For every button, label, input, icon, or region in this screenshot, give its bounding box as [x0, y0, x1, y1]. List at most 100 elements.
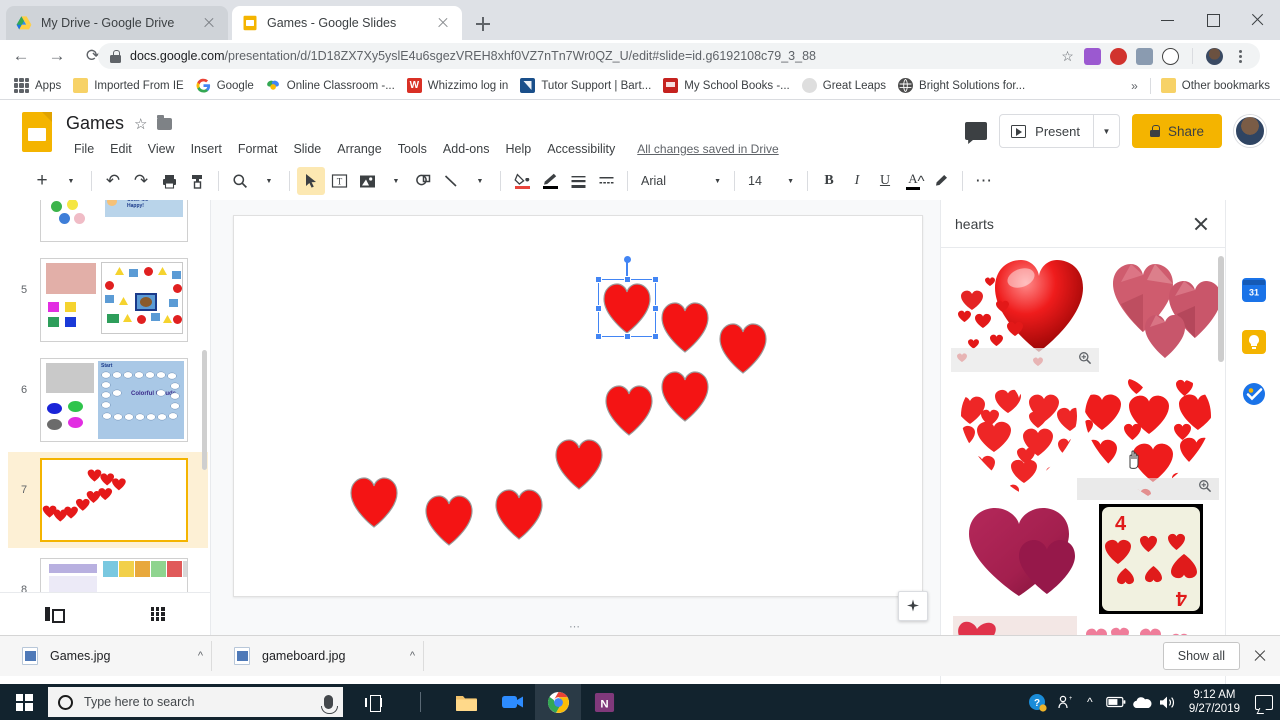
- share-button[interactable]: Share: [1131, 114, 1222, 148]
- show-hidden-icons-icon[interactable]: ^: [1077, 684, 1103, 720]
- new-tab-button[interactable]: [470, 11, 496, 37]
- heart-shape-6[interactable]: [554, 438, 604, 490]
- fill-color-button[interactable]: [508, 167, 536, 195]
- filmstrip-row[interactable]: 5: [8, 252, 208, 348]
- keep-icon[interactable]: [1242, 330, 1266, 354]
- volume-icon[interactable]: [1155, 684, 1181, 720]
- resize-handle-nw[interactable]: [595, 276, 602, 283]
- close-icon[interactable]: [434, 14, 452, 32]
- zoom-dropdown-icon[interactable]: ▼: [254, 167, 282, 195]
- new-slide-button[interactable]: +: [28, 167, 56, 195]
- menu-file[interactable]: File: [66, 139, 102, 159]
- current-slide[interactable]: [233, 215, 923, 597]
- new-slide-dropdown-icon[interactable]: ▼: [56, 167, 84, 195]
- heart-shape-4[interactable]: [660, 370, 710, 422]
- image-result-heart-of-small-hearts[interactable]: [955, 374, 1083, 496]
- filmstrip-scrollbar[interactable]: [202, 240, 207, 570]
- maximize-button[interactable]: [1190, 0, 1235, 40]
- heart-shape-7[interactable]: [494, 488, 544, 540]
- help-icon[interactable]: ?: [1025, 684, 1051, 720]
- bookmark-star-icon[interactable]: ☆: [1060, 48, 1075, 64]
- border-weight-button[interactable]: [564, 167, 592, 195]
- shape-button[interactable]: [409, 167, 437, 195]
- menu-addons[interactable]: Add-ons: [435, 139, 498, 159]
- taskbar-chrome[interactable]: [535, 684, 581, 720]
- battery-icon[interactable]: [1103, 684, 1129, 720]
- image-button[interactable]: [353, 167, 381, 195]
- select-tool-button[interactable]: [297, 167, 325, 195]
- resize-handle-se[interactable]: [652, 333, 659, 340]
- menu-format[interactable]: Format: [230, 139, 286, 159]
- collapse-toolbar-button[interactable]: ^: [907, 167, 935, 195]
- menu-tools[interactable]: Tools: [390, 139, 435, 159]
- show-all-downloads-button[interactable]: Show all: [1162, 642, 1240, 670]
- bookmark-bright-solutions[interactable]: Bright Solutions for...: [892, 75, 1031, 97]
- filmstrip-scroll-thumb[interactable]: [202, 350, 207, 470]
- pdf-icon[interactable]: [1136, 47, 1153, 65]
- page-title[interactable]: Games: [66, 113, 124, 134]
- adblock-icon[interactable]: [1110, 47, 1127, 65]
- resize-handle-n[interactable]: [623, 276, 631, 283]
- rotation-handle[interactable]: [623, 256, 631, 263]
- start-button[interactable]: [0, 684, 48, 720]
- pinterest-icon[interactable]: [1162, 47, 1179, 65]
- taskbar-onenote[interactable]: N: [581, 684, 627, 720]
- zoom-in-icon[interactable]: [1196, 477, 1214, 495]
- task-view-button[interactable]: [351, 684, 397, 720]
- close-icon[interactable]: [1190, 213, 1212, 235]
- close-downloads-bar-icon[interactable]: [1250, 646, 1270, 666]
- resize-handle-e[interactable]: [652, 304, 659, 312]
- download-item-gameboard[interactable]: gameboard.jpg ^: [234, 641, 424, 671]
- chevron-down-icon[interactable]: ▼: [1092, 115, 1119, 147]
- image-result-red-glossy-heart[interactable]: [951, 252, 1099, 372]
- onedrive-icon[interactable]: [1129, 684, 1155, 720]
- slide-thumbnail-4[interactable]: Color Me Happy!: [40, 200, 188, 242]
- bookmark-whizzimo[interactable]: W Whizzimo log in: [401, 75, 515, 97]
- microphone-icon[interactable]: [321, 695, 338, 714]
- resize-handle-ne[interactable]: [652, 276, 659, 283]
- zoom-in-icon[interactable]: [1076, 349, 1094, 367]
- slide-thumbnail-5[interactable]: [40, 258, 188, 342]
- menu-view[interactable]: View: [140, 139, 183, 159]
- bookmark-tutor-support[interactable]: Tutor Support | Bart...: [514, 75, 657, 97]
- people-icon[interactable]: +: [1051, 684, 1077, 720]
- border-color-button[interactable]: [536, 167, 564, 195]
- resize-handle-sw[interactable]: [595, 333, 602, 340]
- heart-shape-3[interactable]: [718, 322, 768, 374]
- line-dropdown-icon[interactable]: ▼: [465, 167, 493, 195]
- heart-shape-2[interactable]: [660, 301, 710, 353]
- close-window-button[interactable]: [1235, 0, 1280, 40]
- bookmark-my-school-books[interactable]: My School Books -...: [657, 75, 795, 97]
- star-icon[interactable]: ☆: [134, 115, 147, 133]
- font-family-selector[interactable]: Arial ▼: [635, 168, 727, 194]
- filmstrip-view-button[interactable]: [0, 607, 105, 623]
- more-options-button[interactable]: ⋯: [970, 167, 998, 195]
- slide-thumbnail-7[interactable]: [40, 458, 188, 542]
- close-icon[interactable]: [200, 14, 218, 32]
- bold-button[interactable]: B: [815, 167, 843, 195]
- heart-shape-5[interactable]: [604, 384, 654, 436]
- selection-bounding-box[interactable]: [598, 279, 656, 337]
- filmstrip-row-current[interactable]: 7: [8, 452, 208, 548]
- minimize-button[interactable]: [1145, 0, 1190, 40]
- browser-tab-drive[interactable]: My Drive - Google Drive: [6, 6, 228, 40]
- browser-tab-slides[interactable]: Games - Google Slides: [232, 6, 462, 40]
- present-main[interactable]: Present: [1000, 115, 1093, 147]
- font-size-selector[interactable]: 14 ▼: [742, 168, 800, 194]
- resize-handle-w[interactable]: [595, 304, 602, 312]
- slide-filmstrip[interactable]: 4 Color Me Happy!: [8, 200, 208, 592]
- filmstrip-row[interactable]: 8: [8, 552, 208, 592]
- action-center-button[interactable]: [1248, 684, 1280, 720]
- taskbar-file-explorer[interactable]: [443, 684, 489, 720]
- bookmark-online-classroom[interactable]: Online Classroom -...: [260, 75, 401, 97]
- bookmark-great-leaps[interactable]: Great Leaps: [796, 75, 892, 97]
- tasks-icon[interactable]: [1242, 382, 1266, 406]
- bookmarks-overflow-button[interactable]: »: [1123, 79, 1146, 93]
- profile-avatar[interactable]: [1206, 47, 1223, 65]
- print-button[interactable]: [155, 167, 183, 195]
- paint-format-button[interactable]: [183, 167, 211, 195]
- line-button[interactable]: [437, 167, 465, 195]
- image-result-heart-of-many-hearts[interactable]: [1077, 370, 1219, 500]
- notes-resize-handle[interactable]: ⋯: [569, 620, 582, 633]
- search-results-scroll-thumb[interactable]: [1218, 256, 1224, 362]
